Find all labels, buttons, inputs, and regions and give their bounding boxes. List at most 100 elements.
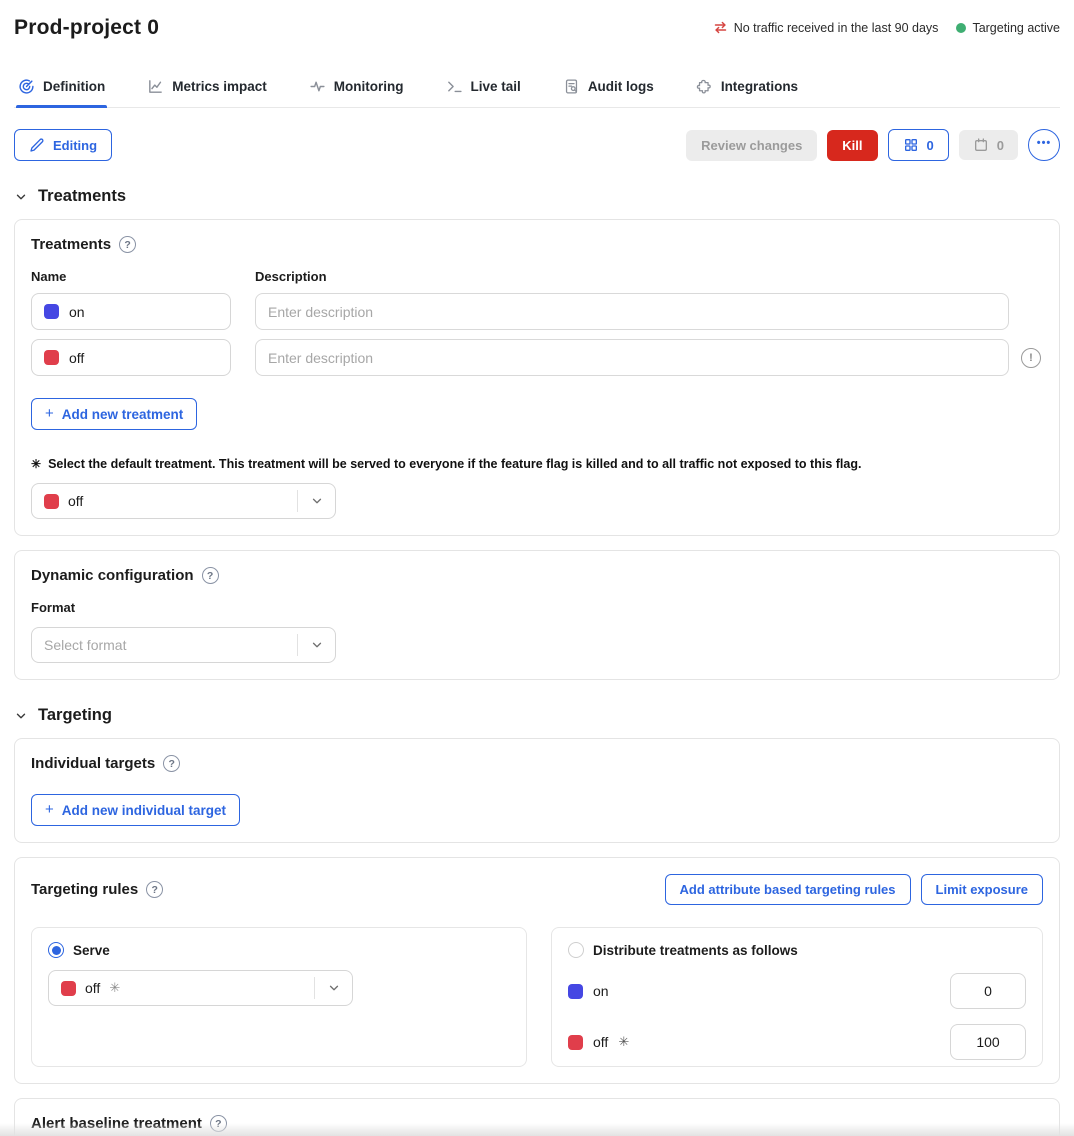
- asterisk-icon: ✳: [618, 1034, 629, 1050]
- limit-exposure-button[interactable]: Limit exposure: [921, 874, 1043, 905]
- default-treatment-note-text: Select the default treatment. This treat…: [48, 457, 861, 471]
- serve-radio-label: Serve: [73, 943, 110, 958]
- editing-button[interactable]: Editing: [14, 129, 112, 161]
- puzzle-icon: [696, 78, 713, 95]
- radio-unselected-icon: [568, 942, 584, 958]
- bottom-shadow-bar: [0, 1123, 1074, 1136]
- distribute-row: off ✳: [568, 1024, 1026, 1060]
- targeting-rules-title: Targeting rules ?: [31, 881, 163, 898]
- serve-treatment-value: off ✳: [61, 980, 120, 996]
- toolbar: Editing Review changes Kill 0: [14, 129, 1060, 161]
- treatment-color-swatch: [61, 981, 76, 996]
- targeting-rules-header: Targeting rules ? Add attribute based ta…: [31, 874, 1043, 905]
- add-individual-target-label: Add new individual target: [62, 803, 226, 818]
- chevron-down-icon: [310, 638, 324, 652]
- calendar-icon: [973, 137, 989, 153]
- default-treatment-text: off: [68, 493, 83, 509]
- help-icon[interactable]: ?: [119, 236, 136, 253]
- distribute-radio[interactable]: Distribute treatments as follows: [568, 942, 1026, 958]
- tab-label: Audit logs: [588, 79, 654, 94]
- targeting-status: Targeting active: [956, 21, 1060, 35]
- distribute-treatment: on: [568, 983, 609, 999]
- treatment-color-swatch: [568, 1035, 583, 1050]
- treatment-color-swatch: [44, 350, 59, 365]
- format-select[interactable]: Select format: [31, 627, 336, 663]
- swap-arrows-icon: [713, 20, 728, 35]
- targeting-rule-panels: Serve off ✳: [31, 927, 1043, 1067]
- editing-button-label: Editing: [53, 138, 97, 153]
- pencil-icon: [29, 137, 45, 153]
- feature-flag-definition-page: Prod-project 0 No traffic received in th…: [0, 0, 1074, 1136]
- add-attribute-rules-button[interactable]: Add attribute based targeting rules: [665, 874, 911, 905]
- add-new-individual-target-button[interactable]: + Add new individual target: [31, 794, 240, 826]
- treatment-description-input[interactable]: [255, 339, 1009, 376]
- plus-icon: +: [45, 801, 54, 818]
- tab-monitoring[interactable]: Monitoring: [307, 70, 406, 107]
- treatments-card-title-text: Treatments: [31, 236, 111, 253]
- kill-button[interactable]: Kill: [827, 130, 877, 161]
- distribute-treatment: off ✳: [568, 1034, 629, 1050]
- description-wrap: [255, 293, 1043, 330]
- treatment-color-swatch: [44, 494, 59, 509]
- treatment-description-input[interactable]: [255, 293, 1009, 330]
- pulse-icon: [309, 78, 326, 95]
- radio-selected-icon: [48, 942, 64, 958]
- treatment-name-value: off: [69, 350, 84, 366]
- tab-label: Integrations: [721, 79, 798, 94]
- treatments-section-toggle[interactable]: Treatments: [14, 187, 1060, 206]
- tab-label: Monitoring: [334, 79, 404, 94]
- targeting-rules-title-text: Targeting rules: [31, 881, 138, 898]
- serve-treatment-text: off: [85, 980, 100, 996]
- format-label: Format: [31, 600, 1043, 615]
- name-column-label: Name: [31, 269, 231, 284]
- tab-definition[interactable]: Definition: [16, 70, 107, 107]
- help-icon[interactable]: ?: [202, 567, 219, 584]
- document-search-icon: [563, 78, 580, 95]
- distribute-treatment-name: off: [593, 1034, 608, 1050]
- treatment-color-swatch: [44, 304, 59, 319]
- info-circle-icon[interactable]: !: [1021, 348, 1041, 368]
- treatment-row: on: [31, 293, 1043, 330]
- row-icon-slot: !: [1019, 348, 1043, 368]
- schedule-count: 0: [997, 138, 1004, 153]
- distribute-percent-input[interactable]: [950, 973, 1026, 1009]
- treatment-name-input[interactable]: on: [31, 293, 231, 330]
- add-new-treatment-button[interactable]: + Add new treatment: [31, 398, 197, 430]
- select-chevron: [314, 977, 352, 999]
- tab-label: Definition: [43, 79, 105, 94]
- targeting-rules-card: Targeting rules ? Add attribute based ta…: [14, 857, 1060, 1084]
- chevron-down-icon: [327, 981, 341, 995]
- serve-treatment-select[interactable]: off ✳: [48, 970, 353, 1006]
- select-chevron: [297, 634, 335, 656]
- format-placeholder: Select format: [44, 637, 126, 653]
- help-icon[interactable]: ?: [163, 755, 180, 772]
- tab-live-tail[interactable]: Live tail: [444, 70, 523, 107]
- dynamic-configuration-card: Dynamic configuration ? Format Select fo…: [14, 550, 1060, 680]
- chevron-down-icon: [14, 190, 28, 204]
- terminal-icon: [446, 78, 463, 95]
- tab-label: Metrics impact: [172, 79, 267, 94]
- status-row: No traffic received in the last 90 days …: [713, 20, 1060, 35]
- green-dot-icon: [956, 23, 966, 33]
- targeting-rules-actions: Add attribute based targeting rules Limi…: [665, 874, 1043, 905]
- default-treatment-select[interactable]: off: [31, 483, 336, 519]
- select-chevron: [297, 490, 335, 512]
- treatment-name-input[interactable]: off: [31, 339, 231, 376]
- distribute-percent-input[interactable]: [950, 1024, 1026, 1060]
- distribute-row: on: [568, 973, 1026, 1009]
- tab-integrations[interactable]: Integrations: [694, 70, 800, 107]
- tab-metrics-impact[interactable]: Metrics impact: [145, 70, 269, 107]
- individual-targets-title: Individual targets ?: [31, 755, 1043, 772]
- distribute-treatment-name: on: [593, 983, 609, 999]
- serve-panel: Serve off ✳: [31, 927, 527, 1067]
- help-icon[interactable]: ?: [146, 881, 163, 898]
- environments-count-button[interactable]: 0: [888, 129, 949, 161]
- serve-radio[interactable]: Serve: [48, 942, 510, 958]
- treatment-row: off !: [31, 339, 1043, 376]
- schedule-count-button[interactable]: 0: [959, 130, 1018, 160]
- environments-count: 0: [927, 138, 934, 153]
- tab-audit-logs[interactable]: Audit logs: [561, 70, 656, 107]
- more-options-button[interactable]: •••: [1028, 129, 1060, 161]
- review-changes-button[interactable]: Review changes: [686, 130, 817, 161]
- targeting-section-toggle[interactable]: Targeting: [14, 706, 1060, 725]
